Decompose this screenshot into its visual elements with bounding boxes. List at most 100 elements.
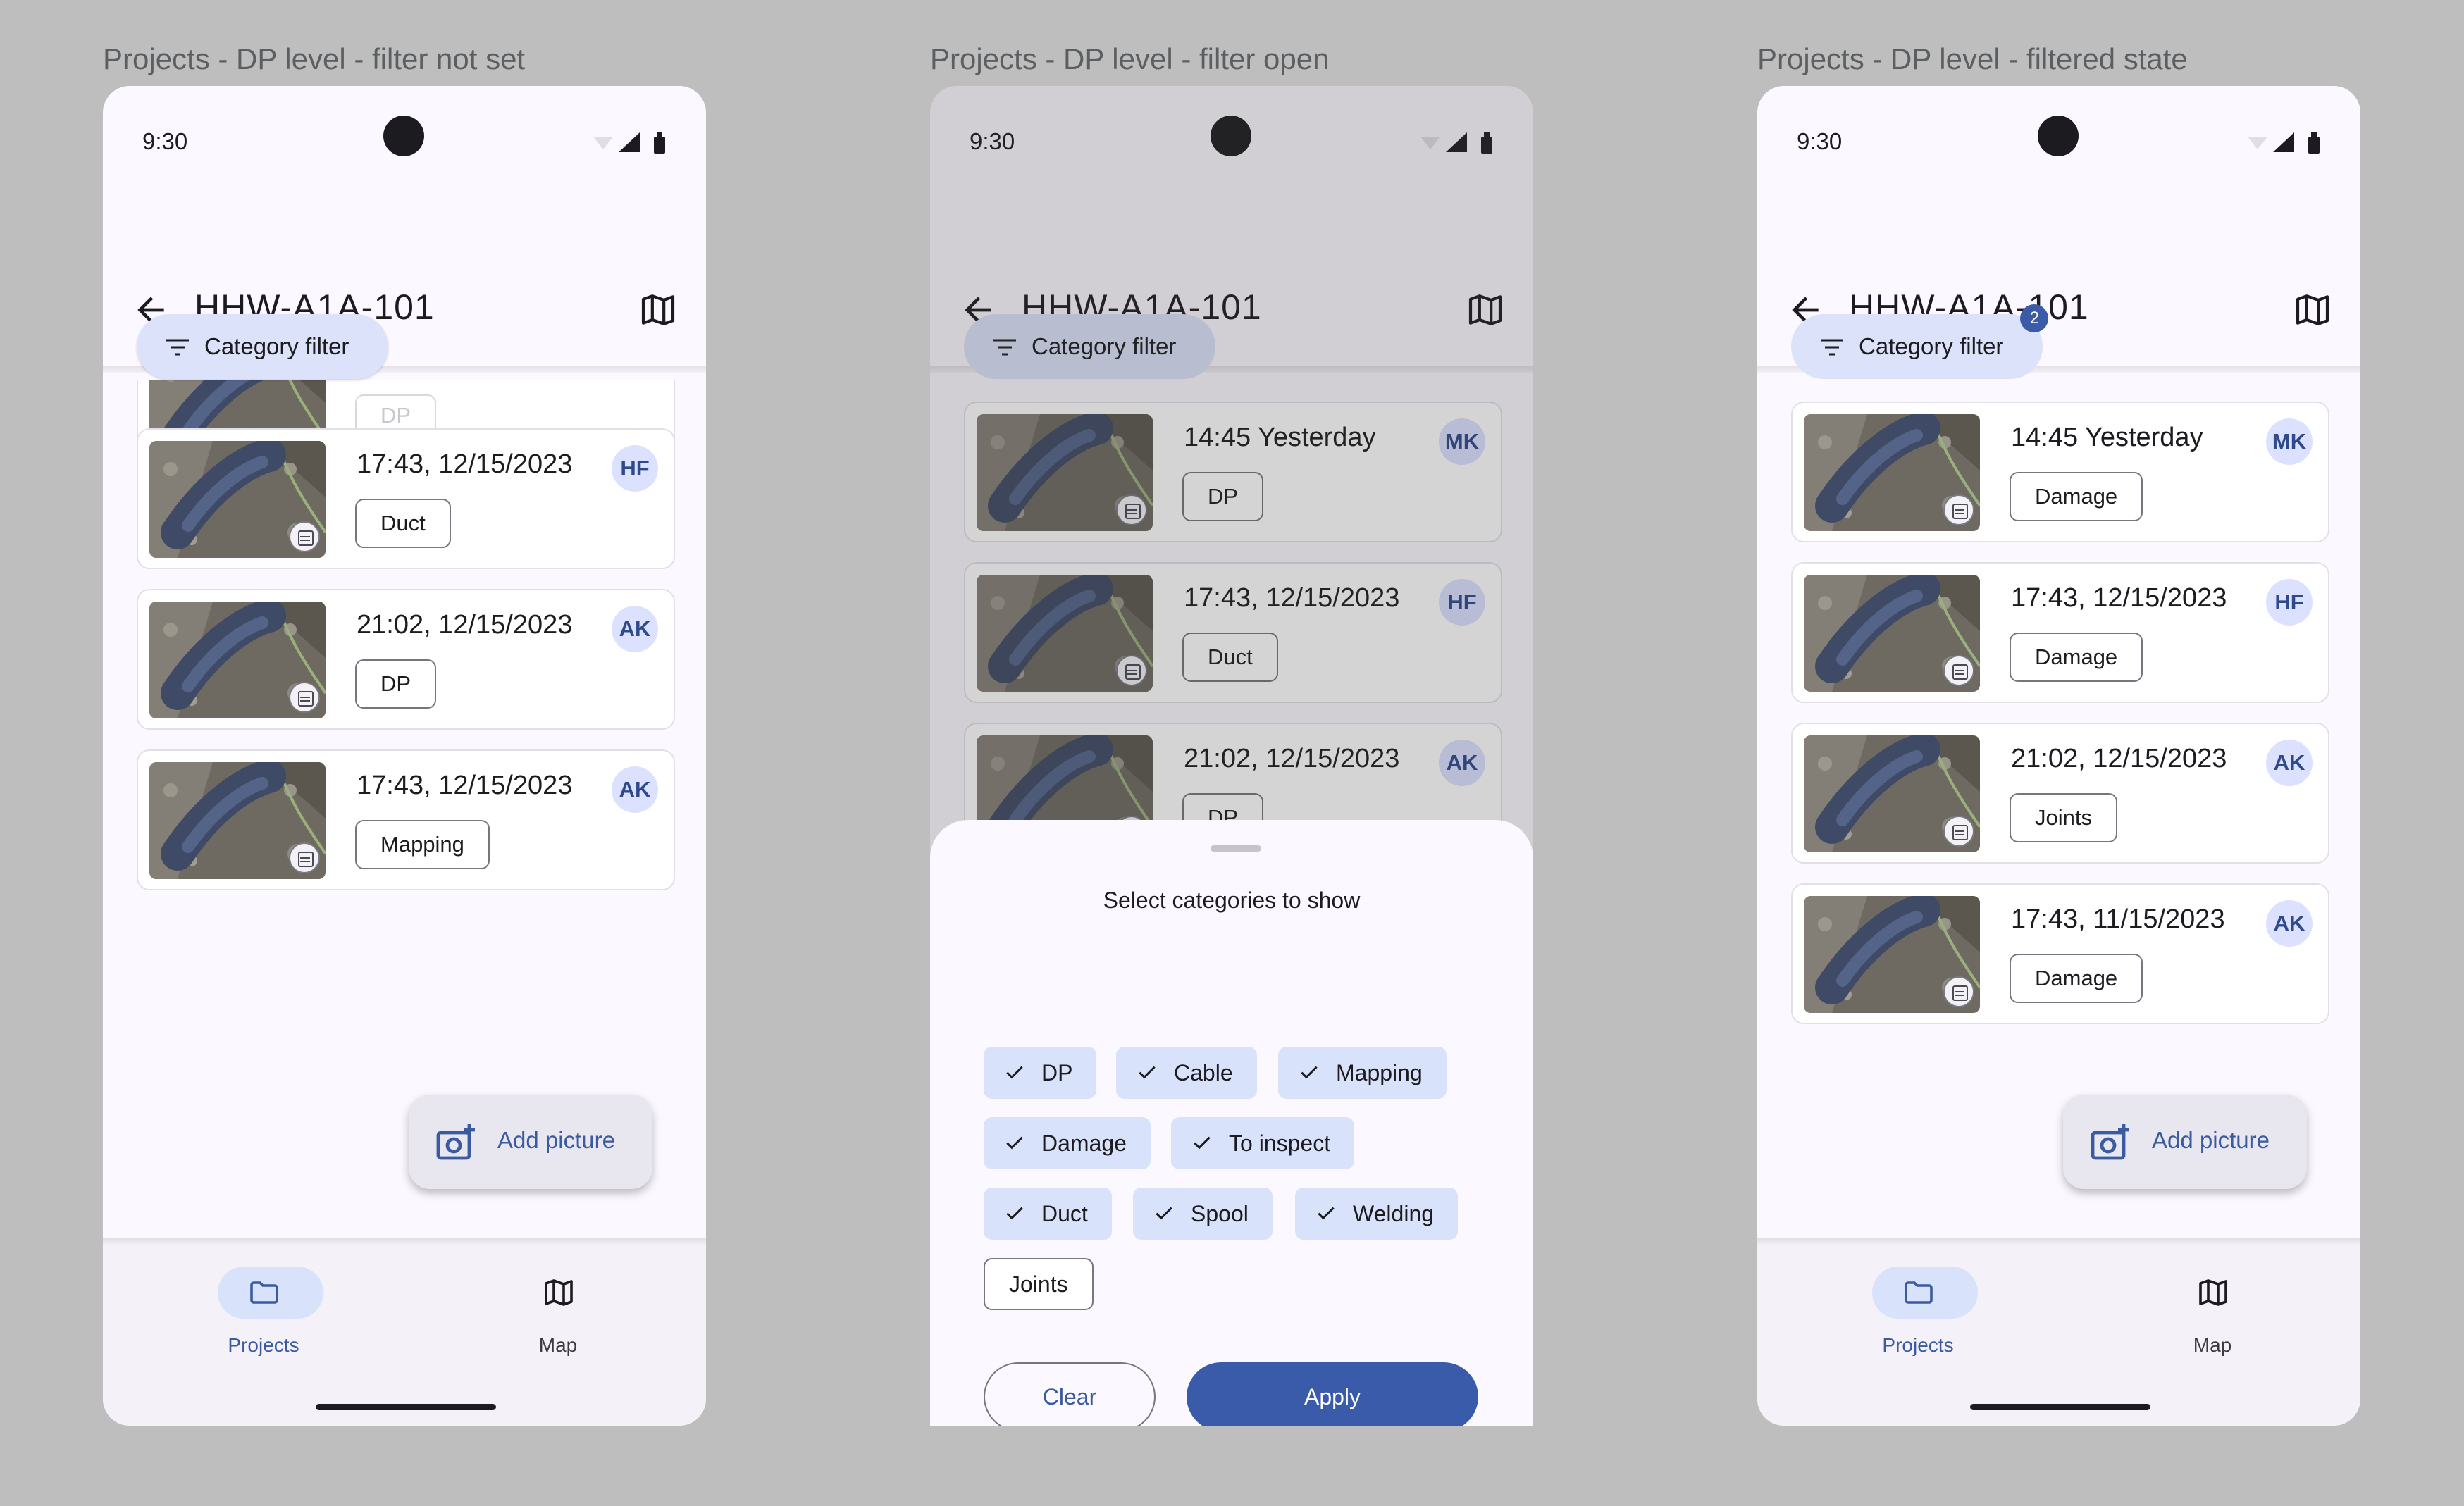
folder-icon xyxy=(1902,1276,1936,1309)
filter-chip-cable[interactable]: Cable xyxy=(1116,1047,1257,1099)
category-filter-chip[interactable]: Category filter xyxy=(137,314,389,379)
document-icon xyxy=(1943,655,1974,686)
photo-thumbnail xyxy=(1804,735,1980,852)
check-icon xyxy=(1003,1131,1026,1154)
photo-timestamp: 21:02, 12/15/2023 xyxy=(2011,744,2227,773)
folder-icon xyxy=(247,1276,281,1309)
system-status-icons xyxy=(2248,128,2325,156)
avatar: AK xyxy=(2266,900,2313,947)
divider xyxy=(1757,1238,2360,1245)
clear-button[interactable]: Clear xyxy=(984,1362,1156,1426)
nav-item-map[interactable]: Map xyxy=(488,1267,629,1372)
avatar: AK xyxy=(2266,740,2313,786)
apply-button[interactable]: Apply xyxy=(1187,1362,1478,1426)
sheet-title: Select categories to show xyxy=(1103,888,1361,913)
status-time: 9:30 xyxy=(1797,128,1843,154)
add-picture-label: Add picture xyxy=(497,1127,615,1153)
status-time: 9:30 xyxy=(142,128,188,154)
add-picture-label: Add picture xyxy=(2152,1127,2270,1153)
category-chip: DP xyxy=(355,659,437,709)
document-icon xyxy=(1943,976,1974,1007)
filter-chip-welding[interactable]: Welding xyxy=(1295,1188,1459,1240)
map-icon[interactable] xyxy=(638,290,678,330)
photo-timestamp: 17:43, 12/15/2023 xyxy=(357,771,573,800)
map-icon xyxy=(2196,1276,2230,1309)
nav-item-projects[interactable]: Projects xyxy=(1847,1267,1988,1372)
filter-chip-spool[interactable]: Spool xyxy=(1133,1188,1273,1240)
filter-chip-duct[interactable]: Duct xyxy=(984,1188,1112,1240)
check-icon xyxy=(1298,1061,1320,1083)
category-filter-label: Category filter xyxy=(204,333,349,359)
frame-title: Projects - DP level - filter open xyxy=(930,42,1330,75)
filter-chip-dp[interactable]: DP xyxy=(984,1047,1097,1099)
filter-chip-label: Welding xyxy=(1353,1201,1435,1226)
photo-thumbnail xyxy=(149,762,326,879)
category-chip: Duct xyxy=(355,499,451,548)
filter-chip-label: DP xyxy=(1041,1060,1073,1085)
list-item[interactable]: 21:02, 12/15/2023 DP AK xyxy=(137,589,675,730)
list-item[interactable]: 17:43, 12/15/2023 Duct HF xyxy=(137,428,675,569)
nav-label: Projects xyxy=(228,1334,299,1356)
filter-chip-damage[interactable]: Damage xyxy=(984,1117,1151,1169)
map-icon[interactable] xyxy=(2293,290,2332,330)
filter-chip-label: Cable xyxy=(1174,1060,1233,1085)
avatar: AK xyxy=(612,606,658,652)
map-icon xyxy=(542,1276,576,1309)
nav-item-map[interactable]: Map xyxy=(2142,1267,2283,1372)
status-bar: 9:30 xyxy=(1757,86,2360,192)
check-icon xyxy=(1003,1061,1026,1083)
nav-item-projects[interactable]: Projects xyxy=(193,1267,334,1372)
photo-timestamp: 21:02, 12/15/2023 xyxy=(357,610,573,640)
phone-frame-filtered-state: 9:30 HHW-A1A-101 Category filter 2 14:45… xyxy=(1757,86,2360,1426)
add-picture-button[interactable]: Add picture xyxy=(2063,1095,2307,1189)
document-icon xyxy=(1943,494,1974,525)
photo-timestamp: 17:43, 12/15/2023 xyxy=(2011,583,2227,613)
list-item[interactable]: 17:43, 12/15/2023 Mapping AK xyxy=(137,749,675,890)
frame-title: Projects - DP level - filtered state xyxy=(1757,42,2188,75)
category-filter-chip[interactable]: Category filter 2 xyxy=(1791,304,2049,379)
system-status-icons xyxy=(593,128,671,156)
nav-label: Projects xyxy=(1882,1334,1954,1356)
category-chip: Mapping xyxy=(355,820,490,869)
category-chip: Damage xyxy=(2010,954,2143,1003)
category-bottom-sheet: Select categories to show DP Cable Mappi… xyxy=(930,820,1533,1426)
category-filter-label: Category filter xyxy=(1859,333,2004,359)
photo-timestamp: 14:45 Yesterday xyxy=(2011,423,2203,452)
bottom-navigation: Projects Map xyxy=(1757,1245,2360,1426)
filter-icon xyxy=(1819,338,1845,356)
list-item[interactable]: 14:45 Yesterday Damage MK xyxy=(1791,402,2329,542)
document-icon xyxy=(289,842,320,873)
bottom-navigation: Projects Map xyxy=(103,1245,706,1426)
drag-handle[interactable] xyxy=(1211,845,1261,852)
category-chip: Joints xyxy=(2010,793,2117,842)
divider xyxy=(103,1238,706,1245)
list-item[interactable]: 17:43, 11/15/2023 Damage AK xyxy=(1791,883,2329,1024)
avatar: HF xyxy=(612,445,658,492)
add-picture-button[interactable]: Add picture xyxy=(409,1095,652,1189)
filter-chip-mapping[interactable]: Mapping xyxy=(1278,1047,1447,1099)
nav-label: Map xyxy=(2193,1334,2232,1356)
check-icon xyxy=(1153,1202,1175,1224)
photo-timestamp: 17:43, 11/15/2023 xyxy=(2011,904,2225,934)
document-icon xyxy=(289,682,320,713)
photo-thumbnail xyxy=(1804,896,1980,1013)
document-icon xyxy=(1943,816,1974,847)
list-item[interactable]: 17:43, 12/15/2023 Damage HF xyxy=(1791,562,2329,703)
check-icon xyxy=(1191,1131,1213,1154)
filter-chip-label: Joints xyxy=(1009,1271,1068,1297)
list-item[interactable]: 21:02, 12/15/2023 Joints AK xyxy=(1791,723,2329,864)
avatar: HF xyxy=(2266,579,2313,626)
filter-chip-label: Damage xyxy=(1041,1131,1127,1156)
filter-chip-joints[interactable]: Joints xyxy=(984,1258,1094,1310)
add-photo-icon xyxy=(435,1123,475,1161)
filter-chip-to-inspect[interactable]: To inspect xyxy=(1171,1117,1355,1169)
add-photo-icon xyxy=(2090,1123,2129,1161)
filter-icon xyxy=(165,338,190,356)
status-bar: 9:30 xyxy=(103,86,706,192)
avatar: MK xyxy=(2266,418,2313,465)
photo-thumbnail xyxy=(1804,414,1980,531)
filter-chip-label: Spool xyxy=(1191,1201,1249,1226)
category-chip: Damage xyxy=(2010,633,2143,682)
frame-title: Projects - DP level - filter not set xyxy=(103,42,526,75)
camera-cutout xyxy=(2038,116,2079,156)
